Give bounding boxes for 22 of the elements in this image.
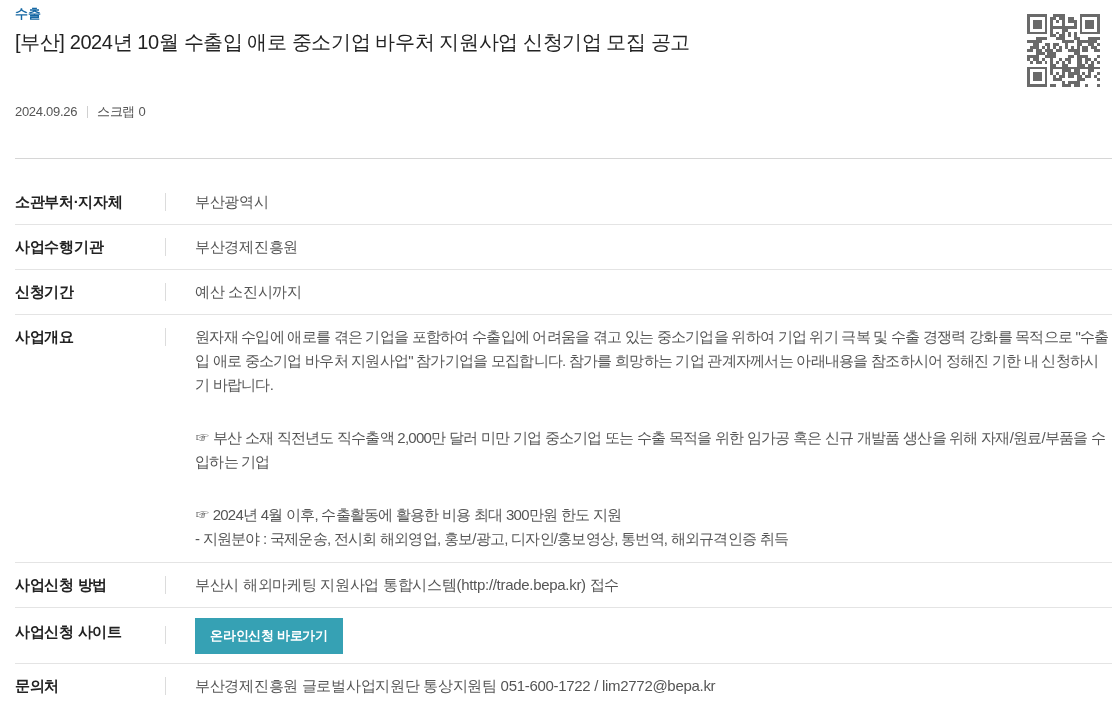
field-value: 부산경제진흥원 글로벌사업지원단 통상지원팀 051-600-1722 / lim2772@bepa.kr — [195, 676, 717, 696]
apply-online-button[interactable]: 온라인신청 바로가기 — [195, 618, 343, 654]
field-value: 부산광역시 — [195, 192, 270, 212]
category-label: 수출 — [15, 5, 41, 23]
field-label: 사업수행기관 — [15, 237, 105, 257]
field-label: 문의처 — [15, 676, 61, 696]
field-label: 신청기간 — [15, 282, 75, 302]
description-text: 원자재 수입에 애로를 겪은 기업을 포함하여 수출입에 어려움을 겪고 있는 중소기업을 위하여 기업 위기 극복 및 수출 경쟁력 강화를 목적으로 "수출입 애로 중소기업 바우처 지원사업" 참가기업을 모집합니다. 참가를 희망하는 기업 관계자께서는 아래내용을 참조하시어 정해진 기한 내 신청하시기 바랍니다. — [195, 327, 1110, 395]
notice-title: [부산] 2024년 10월 수출입 애로 중소기업 바우처 지원사업 신청기업 모집 공고 — [15, 30, 691, 55]
field-label: 소관부처·지자체 — [15, 192, 124, 212]
field-value: 부산시 해외마케팅 지원사업 통합시스템(http://trade.bepa.kr) 접수 — [195, 575, 621, 595]
field-label: 사업신청 사이트 — [15, 622, 123, 642]
post-date: 2024.09.26 — [15, 103, 78, 121]
field-value: 예산 소진시까지 — [195, 282, 303, 302]
scrap-count: 스크랩 0 — [97, 103, 146, 121]
qr-code-icon — [1027, 14, 1100, 87]
field-value: 부산경제진흥원 — [195, 237, 299, 257]
field-label: 사업개요 — [15, 327, 75, 347]
field-label: 사업신청 방법 — [15, 575, 109, 595]
description-text: - 지원분야 : 국제운송, 전시회 해외영업, 홍보/광고, 디자인/홍보영상, 통번역, 해외규격인증 취득 — [195, 529, 789, 549]
description-text: ☞ 부산 소재 직전년도 직수출액 2,000만 달러 미만 기업 중소기업 또는 수출 목적을 위한 임가공 혹은 신규 개발품 생산을 위해 자재/원료/부품을 수입하는 기업 — [195, 428, 1107, 472]
description-text: ☞ 2024년 4월 이후, 수출활동에 활용한 비용 최대 300만원 한도 지원 — [195, 505, 623, 525]
